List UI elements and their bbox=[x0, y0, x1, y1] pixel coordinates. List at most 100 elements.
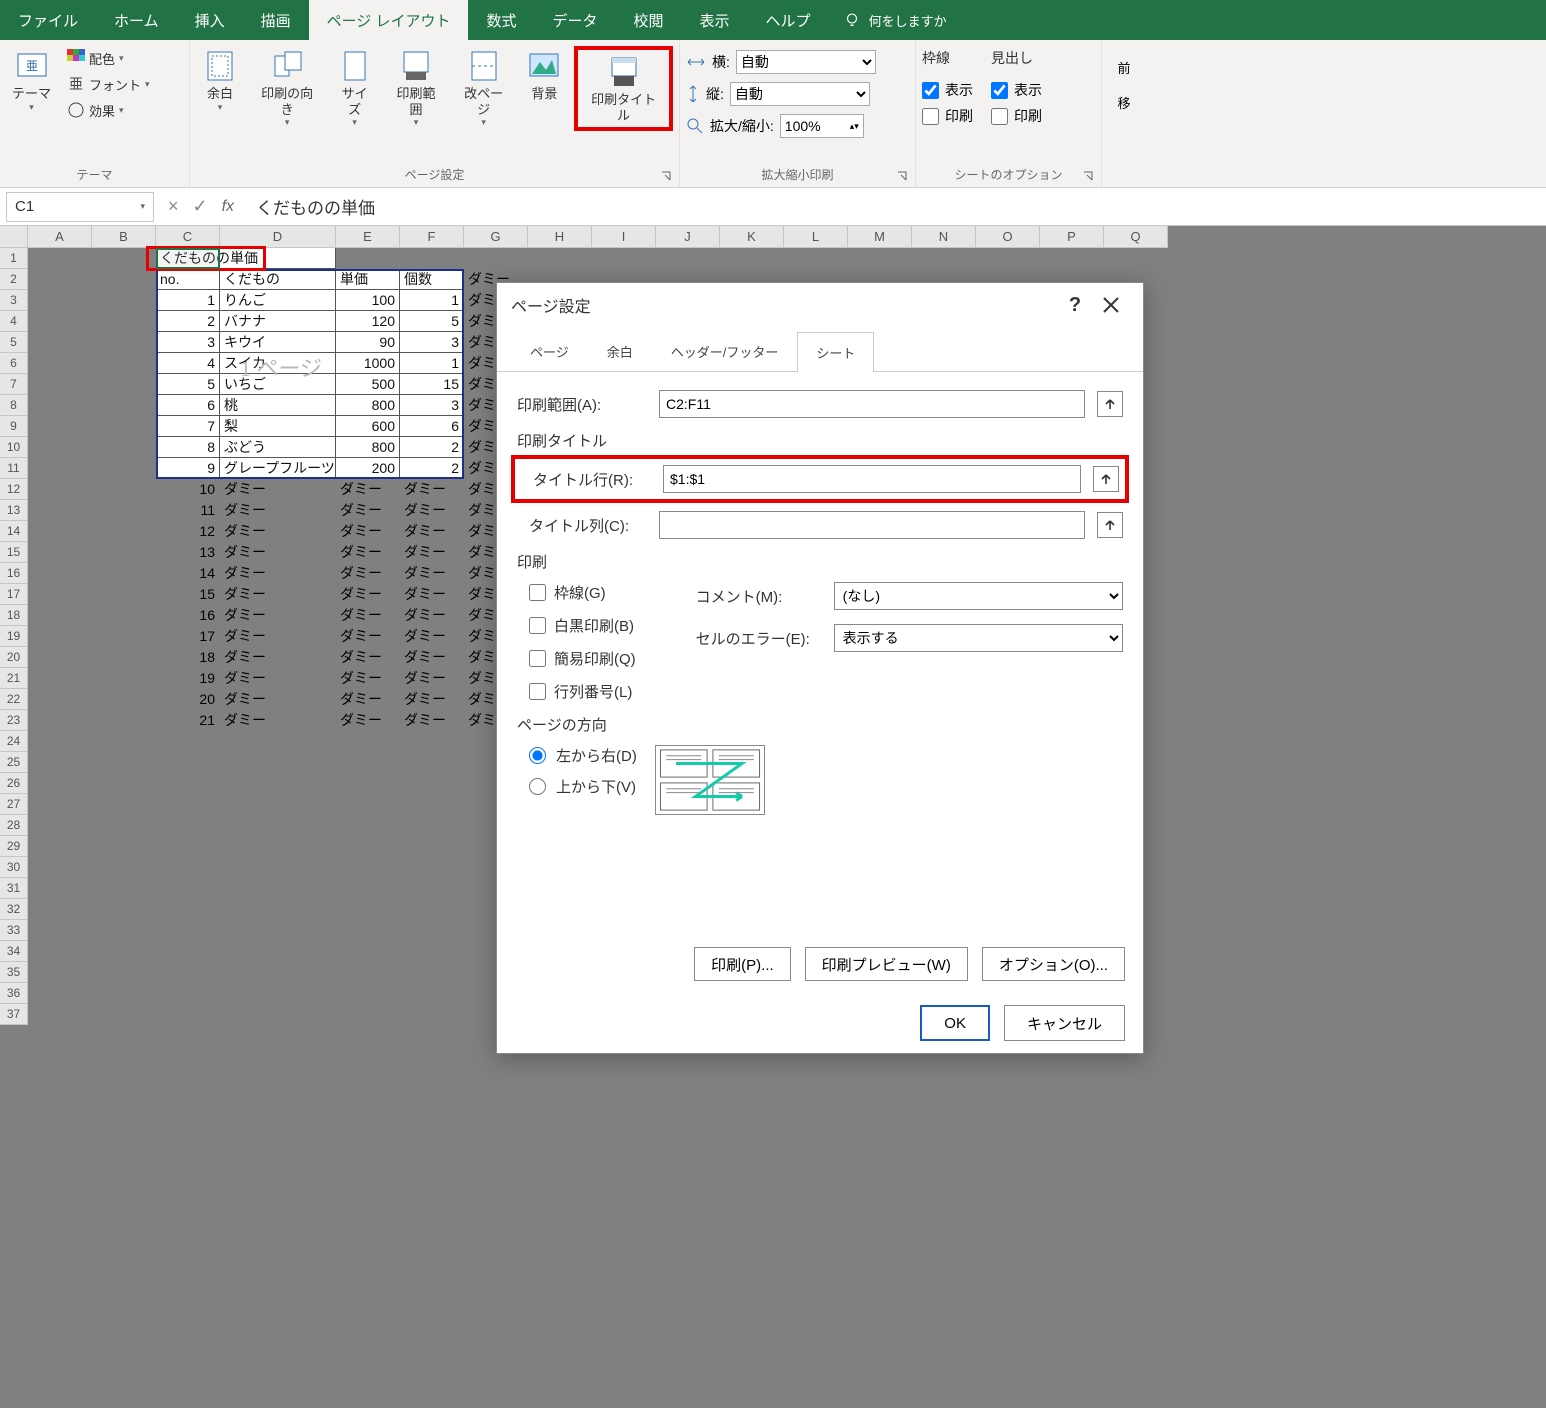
column-header-G[interactable]: G bbox=[464, 226, 528, 248]
row-header-36[interactable]: 36 bbox=[0, 983, 28, 1004]
tell-me-search[interactable]: 何をしますか bbox=[829, 0, 961, 40]
cell-D20[interactable]: ダミー bbox=[220, 647, 336, 668]
gridlines-checkbox[interactable] bbox=[529, 584, 546, 601]
row-header-24[interactable]: 24 bbox=[0, 731, 28, 752]
cell-E11[interactable]: 200 bbox=[336, 458, 400, 479]
size-button[interactable]: サイズ▾ bbox=[330, 46, 379, 131]
cell-D16[interactable]: ダミー bbox=[220, 563, 336, 584]
cell-E16[interactable]: ダミー bbox=[336, 563, 400, 584]
cell-E23[interactable]: ダミー bbox=[336, 710, 400, 731]
cell-E13[interactable]: ダミー bbox=[336, 500, 400, 521]
cell-C10[interactable]: 8 bbox=[156, 437, 220, 458]
dialog-launcher-icon[interactable] bbox=[1081, 169, 1095, 183]
cell-F8[interactable]: 3 bbox=[400, 395, 464, 416]
title-col-input[interactable] bbox=[659, 511, 1085, 539]
cell-C17[interactable]: 15 bbox=[156, 584, 220, 605]
cell-E3[interactable]: 100 bbox=[336, 290, 400, 311]
cell-E22[interactable]: ダミー bbox=[336, 689, 400, 710]
column-header-I[interactable]: I bbox=[592, 226, 656, 248]
ribbon-tab-view[interactable]: 表示 bbox=[682, 0, 748, 40]
dialog-preview-button[interactable]: 印刷プレビュー(W) bbox=[805, 947, 968, 981]
breaks-button[interactable]: 改ページ▾ bbox=[453, 46, 515, 131]
dialog-print-button[interactable]: 印刷(P)... bbox=[694, 947, 791, 981]
row-header-2[interactable]: 2 bbox=[0, 269, 28, 290]
cell-C9[interactable]: 7 bbox=[156, 416, 220, 437]
column-headers[interactable]: ABCDEFGHIJKLMNOPQ bbox=[28, 226, 1168, 248]
cell-C5[interactable]: 3 bbox=[156, 332, 220, 353]
scale-height-select[interactable]: 自動 bbox=[730, 82, 870, 106]
cell-C23[interactable]: 21 bbox=[156, 710, 220, 731]
cell-D5[interactable]: キウイ bbox=[220, 332, 336, 353]
ribbon-tab-review[interactable]: 校閲 bbox=[616, 0, 682, 40]
column-header-A[interactable]: A bbox=[28, 226, 92, 248]
dialog-tab-margins[interactable]: 余白 bbox=[588, 331, 652, 371]
formula-input[interactable] bbox=[248, 192, 1546, 222]
ribbon-tab-formulas[interactable]: 数式 bbox=[468, 0, 534, 40]
dialog-launcher-icon[interactable] bbox=[895, 169, 909, 183]
cell-E12[interactable]: ダミー bbox=[336, 479, 400, 500]
cell-F12[interactable]: ダミー bbox=[400, 479, 464, 500]
dialog-close-button[interactable] bbox=[1093, 287, 1129, 323]
cell-E7[interactable]: 500 bbox=[336, 374, 400, 395]
cell-D13[interactable]: ダミー bbox=[220, 500, 336, 521]
cell-E4[interactable]: 120 bbox=[336, 311, 400, 332]
cell-F18[interactable]: ダミー bbox=[400, 605, 464, 626]
cell-D14[interactable]: ダミー bbox=[220, 521, 336, 542]
cell-F23[interactable]: ダミー bbox=[400, 710, 464, 731]
cell-F4[interactable]: 5 bbox=[400, 311, 464, 332]
column-header-P[interactable]: P bbox=[1040, 226, 1104, 248]
cell-F16[interactable]: ダミー bbox=[400, 563, 464, 584]
print-range-collapse-button[interactable] bbox=[1097, 391, 1123, 417]
print-area-button[interactable]: 印刷範囲▾ bbox=[385, 46, 447, 131]
row-header-32[interactable]: 32 bbox=[0, 899, 28, 920]
dialog-tab-sheet[interactable]: シート bbox=[797, 332, 874, 372]
row-header-20[interactable]: 20 bbox=[0, 647, 28, 668]
row-header-18[interactable]: 18 bbox=[0, 605, 28, 626]
row-header-7[interactable]: 7 bbox=[0, 374, 28, 395]
ribbon-tab-draw[interactable]: 描画 bbox=[243, 0, 309, 40]
blackwhite-checkbox[interactable] bbox=[529, 617, 546, 634]
row-header-29[interactable]: 29 bbox=[0, 836, 28, 857]
cell-D15[interactable]: ダミー bbox=[220, 542, 336, 563]
headings-view-checkbox[interactable] bbox=[991, 82, 1008, 99]
blackwhite-checkbox-row[interactable]: 白黒印刷(B) bbox=[529, 615, 636, 636]
row-headers[interactable]: 1234567891011121314151617181920212223242… bbox=[0, 248, 28, 1025]
cell-E6[interactable]: 1000 bbox=[336, 353, 400, 374]
dialog-tab-header-footer[interactable]: ヘッダー/フッター bbox=[652, 331, 798, 371]
top-bottom-radio-row[interactable]: 上から下(V) bbox=[529, 776, 637, 797]
cell-F11[interactable]: 2 bbox=[400, 458, 464, 479]
cell-C3[interactable]: 1 bbox=[156, 290, 220, 311]
dialog-ok-button[interactable]: OK bbox=[920, 1005, 990, 1041]
cell-C4[interactable]: 2 bbox=[156, 311, 220, 332]
themes-button[interactable]: 亜 テーマ ▾ bbox=[6, 46, 57, 122]
cell-F19[interactable]: ダミー bbox=[400, 626, 464, 647]
cell-E5[interactable]: 90 bbox=[336, 332, 400, 353]
row-header-16[interactable]: 16 bbox=[0, 563, 28, 584]
cell-D19[interactable]: ダミー bbox=[220, 626, 336, 647]
row-header-26[interactable]: 26 bbox=[0, 773, 28, 794]
column-header-H[interactable]: H bbox=[528, 226, 592, 248]
ribbon-tab-insert[interactable]: 挿入 bbox=[177, 0, 243, 40]
cell-D7[interactable]: いちご bbox=[220, 374, 336, 395]
column-header-J[interactable]: J bbox=[656, 226, 720, 248]
cell-D6[interactable]: スイカ bbox=[220, 353, 336, 374]
row-header-15[interactable]: 15 bbox=[0, 542, 28, 563]
cell-E20[interactable]: ダミー bbox=[336, 647, 400, 668]
column-header-K[interactable]: K bbox=[720, 226, 784, 248]
column-header-D[interactable]: D bbox=[220, 226, 336, 248]
title-row-input[interactable] bbox=[663, 465, 1081, 493]
scale-percent-spin[interactable]: 100%▴▾ bbox=[780, 114, 864, 138]
cell-C22[interactable]: 20 bbox=[156, 689, 220, 710]
row-header-30[interactable]: 30 bbox=[0, 857, 28, 878]
row-header-31[interactable]: 31 bbox=[0, 878, 28, 899]
left-right-radio[interactable] bbox=[529, 747, 546, 764]
print-range-input[interactable] bbox=[659, 390, 1085, 418]
left-right-radio-row[interactable]: 左から右(D) bbox=[529, 745, 637, 766]
column-header-Q[interactable]: Q bbox=[1104, 226, 1168, 248]
cell-C6[interactable]: 4 bbox=[156, 353, 220, 374]
cell-C15[interactable]: 13 bbox=[156, 542, 220, 563]
row-header-19[interactable]: 19 bbox=[0, 626, 28, 647]
orientation-button[interactable]: 印刷の向き▾ bbox=[250, 46, 324, 131]
cell-C13[interactable]: 11 bbox=[156, 500, 220, 521]
row-header-17[interactable]: 17 bbox=[0, 584, 28, 605]
